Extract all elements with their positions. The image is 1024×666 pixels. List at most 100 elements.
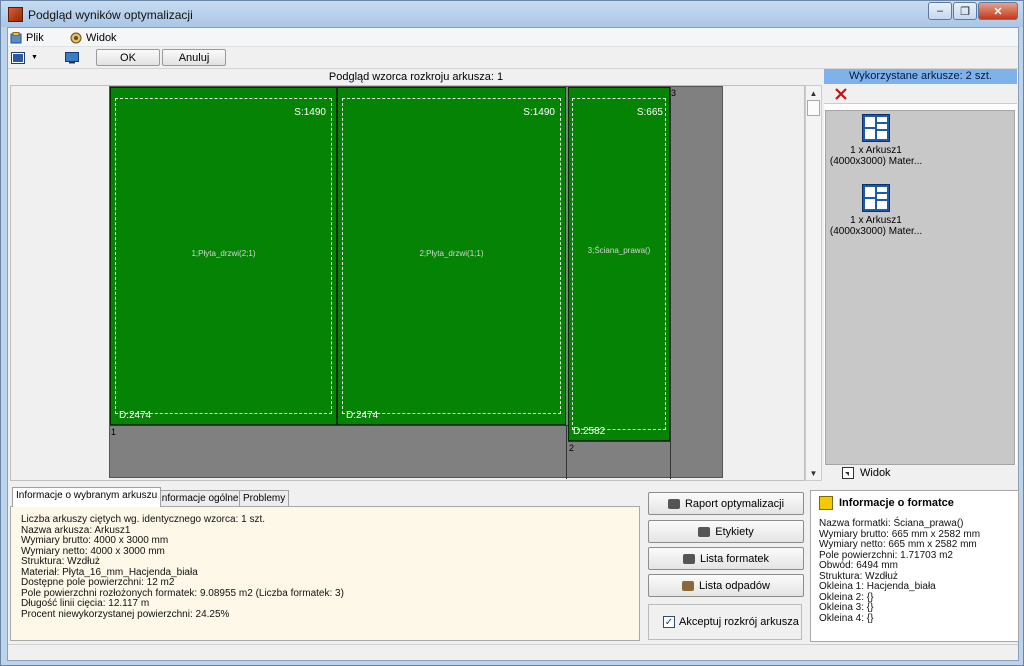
report-button[interactable]: Raport optymalizacji — [648, 492, 804, 515]
part-1-width-label: S:1490 — [294, 107, 326, 118]
main-window: Podgląd wyników optymalizacji ‒ ❐ ✕ Plik… — [0, 0, 1024, 666]
ok-button[interactable]: OK — [96, 49, 160, 66]
cut-line-h2 — [568, 441, 670, 442]
app-icon — [8, 7, 23, 22]
info-icon — [819, 496, 833, 510]
sheet-info-line: Liczba arkuszy ciętych wg. identycznego … — [21, 514, 265, 525]
used-sheets-view-label: Widok — [860, 467, 891, 479]
status-bar — [8, 644, 1018, 660]
view-icon — [842, 466, 854, 479]
accept-checkbox[interactable]: ✓ — [663, 616, 675, 628]
client-area: Plik Widok ▼ OK Anuluj Podgląd wzorca ro… — [7, 27, 1019, 661]
scroll-thumb[interactable] — [807, 100, 820, 116]
sheet-info-line: Dostępne pole powierzchni: 12 m2 — [21, 577, 175, 588]
part-2[interactable]: 2;Płyta_drzwi(1;1) S:1490 D:2474 — [337, 87, 566, 425]
format-info-line: Obwód: 6494 mm — [819, 560, 898, 571]
waste-1-label: 1 — [111, 427, 117, 437]
sheet-info-line: Długość linii cięcia: 12.117 m — [21, 598, 150, 609]
close-button[interactable]: ✕ — [978, 2, 1018, 20]
format-info-panel: Informacje o formatce Nazwa formatki: Śc… — [810, 490, 1019, 642]
part-2-length-label: D:2474 — [346, 410, 379, 421]
cut-line-v1 — [566, 425, 567, 479]
layout-icon — [11, 51, 25, 64]
title-bar: Podgląd wyników optymalizacji ‒ ❐ ✕ — [1, 1, 1023, 27]
sheet-info-line: Procent niewykorzystanej powierzchni: 24… — [21, 608, 230, 620]
labels-button[interactable]: Etykiety — [648, 520, 804, 543]
tab-general-info[interactable]: Informacje ogólne — [155, 490, 243, 507]
used-sheets-toolbar — [824, 84, 1017, 104]
accept-group: ✓ Akceptuj rozkrój arkusza — [648, 604, 802, 640]
format-info-line: Okleina 3: {} — [819, 602, 874, 613]
sheet-item-line1: 1 x Arkusz1 — [850, 145, 902, 156]
part-1-name: 1;Płyta_drzwi(2;1) — [191, 249, 256, 259]
used-sheets-list: 1 x Arkusz1 (4000x3000) Mater... 1 x Ark… — [825, 110, 1015, 465]
sheet-item[interactable]: 1 x Arkusz1 (4000x3000) Mater... — [826, 184, 926, 237]
tab-selected-sheet-info[interactable]: Informacje o wybranym arkuszu — [12, 487, 162, 507]
waste-list-button[interactable]: Lista odpadów — [648, 574, 804, 597]
format-info-header: Informacje o formatce — [819, 496, 1018, 510]
format-list-button-label: Lista formatek — [699, 552, 770, 565]
format-info-line: Okleina 4: {} — [819, 612, 874, 624]
sheet-item[interactable]: 1 x Arkusz1 (4000x3000) Mater... — [826, 114, 926, 167]
accept-checkbox-label[interactable]: Akceptuj rozkrój arkusza — [679, 616, 799, 628]
canvas-scrollbar[interactable]: ▲ ▼ — [805, 85, 822, 481]
menu-file[interactable]: Plik — [10, 30, 44, 45]
printer-icon — [682, 553, 695, 564]
sheet-preview-header: Podgląd wzorca rozkroju arkusza: 1 — [10, 70, 822, 85]
scroll-up-icon[interactable]: ▲ — [806, 86, 821, 100]
part-3-name: 3;Ściana_prawa() — [587, 246, 651, 256]
window-title: Podgląd wyników optymalizacji — [28, 8, 193, 22]
export-icon-button[interactable] — [62, 49, 82, 66]
sheet-info-line: Wymiary brutto: 4000 x 3000 mm — [21, 535, 169, 546]
scroll-down-icon[interactable]: ▼ — [806, 466, 821, 480]
waste-3-label: 3 — [671, 88, 677, 98]
sheet-layout: 1;Płyta_drzwi(2;1) S:1490 D:2474 2;Płyta… — [109, 86, 723, 479]
used-sheets-panel: Wykorzystane arkusze: 2 szt. 1 x Arkusz1… — [824, 69, 1017, 481]
part-2-width-label: S:1490 — [523, 107, 555, 118]
sheet-item-line1: 1 x Arkusz1 — [850, 215, 902, 226]
part-3-outline — [572, 98, 666, 430]
printer-icon — [667, 498, 680, 509]
restore-button[interactable]: ❐ — [953, 2, 977, 20]
sheet-info-line: Struktura: Wzdłuż — [21, 556, 100, 567]
menu-bar: Plik Widok — [8, 28, 1018, 47]
view-menu-icon — [70, 32, 82, 43]
sheet-icon — [862, 114, 890, 142]
chevron-down-icon: ▼ — [31, 54, 38, 61]
sheet-info-panel: Liczba arkuszy ciętych wg. identycznego … — [10, 506, 640, 641]
part-3-width-label: S:665 — [636, 107, 663, 118]
monitor-icon — [65, 51, 79, 63]
format-info-line: Okleina 1: Hacjenda_biała — [819, 581, 936, 592]
toolbar: ▼ OK Anuluj — [8, 47, 1018, 69]
printer-icon — [698, 526, 711, 537]
part-1[interactable]: 1;Płyta_drzwi(2;1) S:1490 D:2474 — [110, 87, 337, 425]
sheet-canvas[interactable]: 1;Płyta_drzwi(2;1) S:1490 D:2474 2;Płyta… — [10, 85, 805, 481]
waste-2-label: 2 — [569, 443, 575, 453]
format-list-button[interactable]: Lista formatek — [648, 547, 804, 570]
sheet-item-line2: (4000x3000) Mater... — [829, 156, 923, 167]
waste-list-button-label: Lista odpadów — [699, 579, 770, 592]
part-3-length-label: D:2582 — [573, 426, 606, 437]
used-sheets-view-button[interactable]: Widok — [824, 465, 1017, 481]
menu-view-label: Widok — [86, 31, 117, 44]
used-sheets-header: Wykorzystane arkusze: 2 szt. — [824, 69, 1017, 84]
sheet-icon — [862, 184, 890, 212]
menu-file-label: Plik — [26, 31, 44, 44]
part-1-length-label: D:2474 — [119, 410, 152, 421]
part-3[interactable]: 3;Ściana_prawa() S:665 D:2582 — [568, 87, 670, 441]
minimize-button[interactable]: ‒ — [928, 2, 952, 20]
format-info-title: Informacje o formatce — [839, 497, 954, 509]
tab-problems[interactable]: Problemy — [239, 490, 290, 507]
layout-dropdown-button[interactable]: ▼ — [11, 49, 49, 66]
file-menu-icon — [10, 31, 22, 43]
labels-button-label: Etykiety — [715, 525, 754, 538]
menu-view[interactable]: Widok — [70, 30, 117, 45]
sheet-info-line: Wymiary netto: 4000 x 3000 mm — [21, 545, 165, 557]
cancel-button[interactable]: Anuluj — [162, 49, 226, 66]
waste-list-icon — [682, 580, 695, 591]
part-2-name: 2;Płyta_drzwi(1;1) — [419, 249, 484, 259]
info-tabs: Informacje o wybranym arkuszu Informacje… — [10, 487, 644, 507]
report-button-label: Raport optymalizacji — [684, 497, 785, 510]
delete-icon[interactable] — [834, 87, 848, 101]
format-info-line: Wymiary netto: 665 mm x 2582 mm — [819, 539, 977, 550]
